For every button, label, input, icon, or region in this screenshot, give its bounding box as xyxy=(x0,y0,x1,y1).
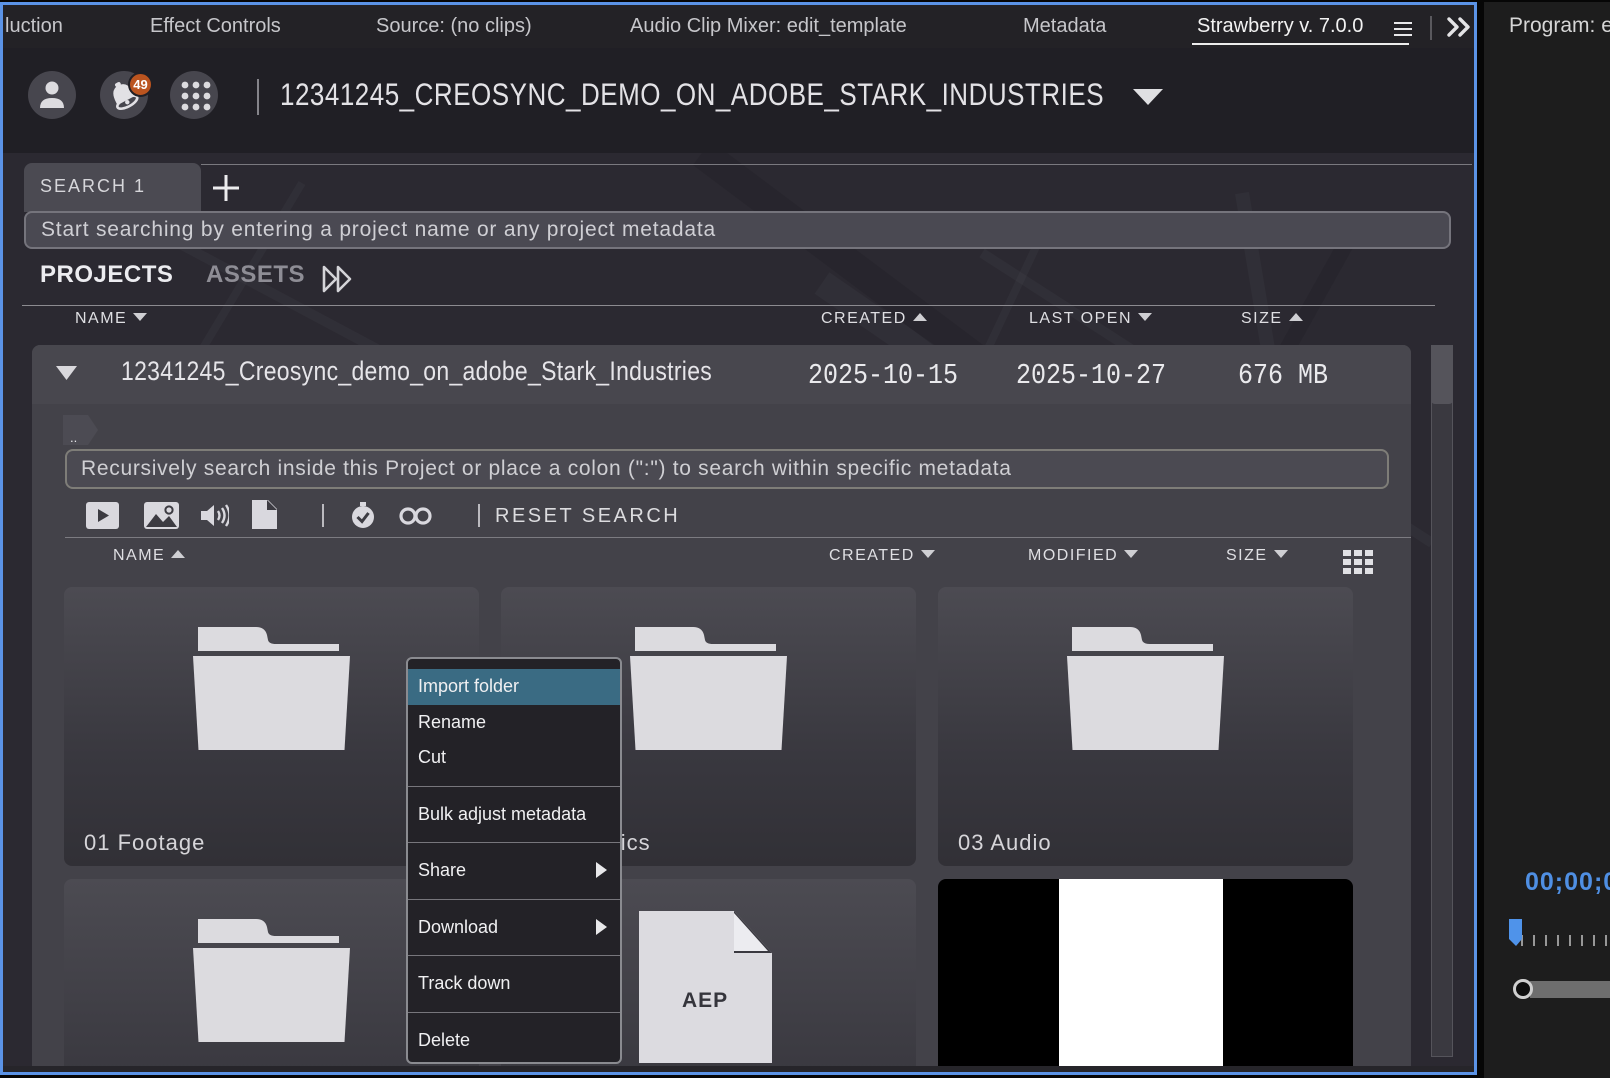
svg-text:AEP: AEP xyxy=(682,989,728,1012)
svg-text:..: .. xyxy=(70,430,77,445)
